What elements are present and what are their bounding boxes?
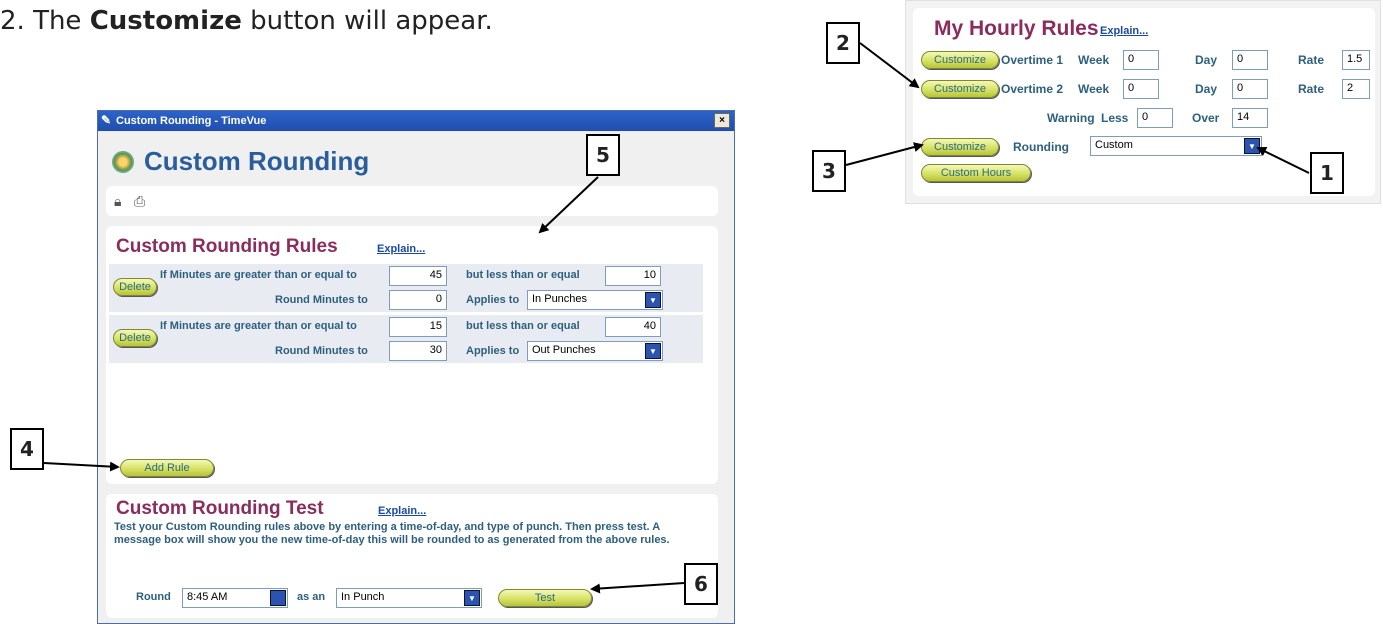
applies-to-label: Applies to [466, 345, 520, 357]
warning-label: Warning [1047, 111, 1095, 125]
rate2-input[interactable]: 2 [1342, 79, 1370, 99]
week2-label: Week [1078, 82, 1110, 96]
gte-label: If Minutes are greater than or equal to [160, 269, 357, 281]
rate1-label: Rate [1298, 53, 1325, 67]
window-title: Custom Rounding - TimeVue [116, 115, 267, 127]
rules-title: Custom Rounding Rules [116, 236, 338, 257]
instruction-text: 2. The Customize button will appear. [0, 6, 493, 36]
test-panel: Custom Rounding Test Explain... Test you… [106, 494, 718, 618]
round-label: Round [136, 591, 171, 603]
rounding-label: Rounding [1013, 140, 1069, 154]
rounding-value: Custom [1095, 139, 1133, 151]
applies-to-select[interactable]: In Punches ▼ [527, 290, 663, 310]
window-client-area: Custom Rounding 🔒︎ ⎙ Custom Rounding Rul… [98, 132, 734, 623]
rounding-select[interactable]: Custom ▼ [1090, 136, 1262, 156]
gte-label: If Minutes are greater than or equal to [160, 320, 357, 332]
applies-to-label: Applies to [466, 294, 520, 306]
lock-icon[interactable]: 🔒︎ [114, 193, 121, 210]
chevron-down-icon[interactable]: ▼ [1244, 138, 1260, 154]
custom-rounding-window: ✎ Custom Rounding - TimeVue × Custom Rou… [97, 110, 735, 624]
less-input[interactable]: 0 [1137, 108, 1173, 128]
lte-label: but less than or equal [466, 320, 580, 332]
round-time-value: 8:45 AM [187, 591, 228, 603]
day1-input[interactable]: 0 [1232, 50, 1268, 70]
day2-input[interactable]: 0 [1232, 79, 1268, 99]
hourly-rules-title: My Hourly Rules [934, 17, 1099, 40]
customize-overtime1-button[interactable]: Customize [921, 51, 999, 69]
test-explain-link[interactable]: Explain... [378, 505, 426, 517]
callout-6: 6 [684, 563, 718, 605]
intro-prefix: 2. The [0, 6, 90, 36]
round-time-input[interactable]: 8:45 AM [182, 588, 288, 608]
chevron-down-icon[interactable]: ▼ [645, 343, 661, 359]
test-title: Custom Rounding Test [116, 498, 324, 519]
rule-row: Delete If Minutes are greater than or eq… [109, 264, 703, 312]
punch-type-value: In Punch [341, 591, 385, 603]
custom-hours-button[interactable]: Custom Hours [921, 164, 1031, 182]
as-an-label: as an [297, 591, 326, 603]
page-title: Custom Rounding [112, 146, 369, 177]
punch-type-select[interactable]: In Punch ▼ [336, 588, 482, 608]
timevue-logo-icon [112, 150, 134, 173]
overtime2-label: Overtime 2 [1001, 82, 1064, 96]
rules-explain-link[interactable]: Explain... [377, 243, 425, 255]
rules-panel: Custom Rounding Rules Explain... Delete … [106, 226, 718, 484]
applies-to-value: In Punches [532, 293, 588, 305]
callout-5: 5 [586, 134, 620, 176]
spinner-icon[interactable] [270, 590, 286, 606]
gte-input[interactable]: 15 [389, 317, 447, 337]
week1-label: Week [1078, 53, 1110, 67]
rate2-label: Rate [1298, 82, 1325, 96]
close-icon[interactable]: × [714, 113, 730, 128]
delete-rule-button[interactable]: Delete [113, 329, 157, 347]
callout-2: 2 [826, 22, 860, 64]
round-minutes-label: Round Minutes to [275, 294, 368, 306]
lte-input[interactable]: 10 [605, 266, 661, 286]
overtime1-label: Overtime 1 [1001, 53, 1064, 67]
callout-3: 3 [812, 150, 846, 192]
chevron-down-icon[interactable]: ▼ [645, 292, 661, 308]
gte-input[interactable]: 45 [389, 266, 447, 286]
intro-suffix: button will appear. [241, 6, 493, 36]
over-label: Over [1192, 111, 1220, 125]
applies-to-select[interactable]: Out Punches ▼ [527, 341, 663, 361]
round-minutes-input[interactable]: 30 [389, 341, 447, 361]
rule-row: Delete If Minutes are greater than or eq… [109, 315, 703, 363]
customize-overtime2-button[interactable]: Customize [921, 80, 999, 98]
less-label: Less [1101, 111, 1129, 125]
test-description: Test your Custom Rounding rules above by… [114, 521, 670, 546]
page-title-text: Custom Rounding [144, 146, 370, 176]
round-minutes-input[interactable]: 0 [389, 290, 447, 310]
app-icon: ✎ [101, 113, 112, 127]
intro-bold: Customize [89, 6, 242, 36]
callout-4: 4 [10, 428, 44, 470]
round-minutes-label: Round Minutes to [275, 345, 368, 357]
lte-label: but less than or equal [466, 269, 580, 281]
callout-1: 1 [1310, 152, 1344, 194]
delete-rule-button[interactable]: Delete [113, 278, 157, 296]
window-titlebar: ✎ Custom Rounding - TimeVue × [98, 111, 734, 131]
toolbar: 🔒︎ ⎙ [106, 186, 718, 216]
rate1-input[interactable]: 1.5 [1342, 50, 1370, 70]
over-input[interactable]: 14 [1232, 108, 1268, 128]
week2-input[interactable]: 0 [1123, 79, 1159, 99]
hourly-explain-link[interactable]: Explain... [1100, 25, 1148, 37]
customize-rounding-button[interactable]: Customize [921, 138, 999, 156]
lte-input[interactable]: 40 [605, 317, 661, 337]
add-rule-button[interactable]: Add Rule [120, 459, 214, 477]
chevron-down-icon[interactable]: ▼ [464, 590, 480, 606]
print-icon[interactable]: ⎙ [134, 193, 145, 210]
week1-input[interactable]: 0 [1123, 50, 1159, 70]
day1-label: Day [1195, 53, 1218, 67]
day2-label: Day [1195, 82, 1218, 96]
applies-to-value: Out Punches [532, 344, 596, 356]
test-button[interactable]: Test [498, 589, 592, 607]
